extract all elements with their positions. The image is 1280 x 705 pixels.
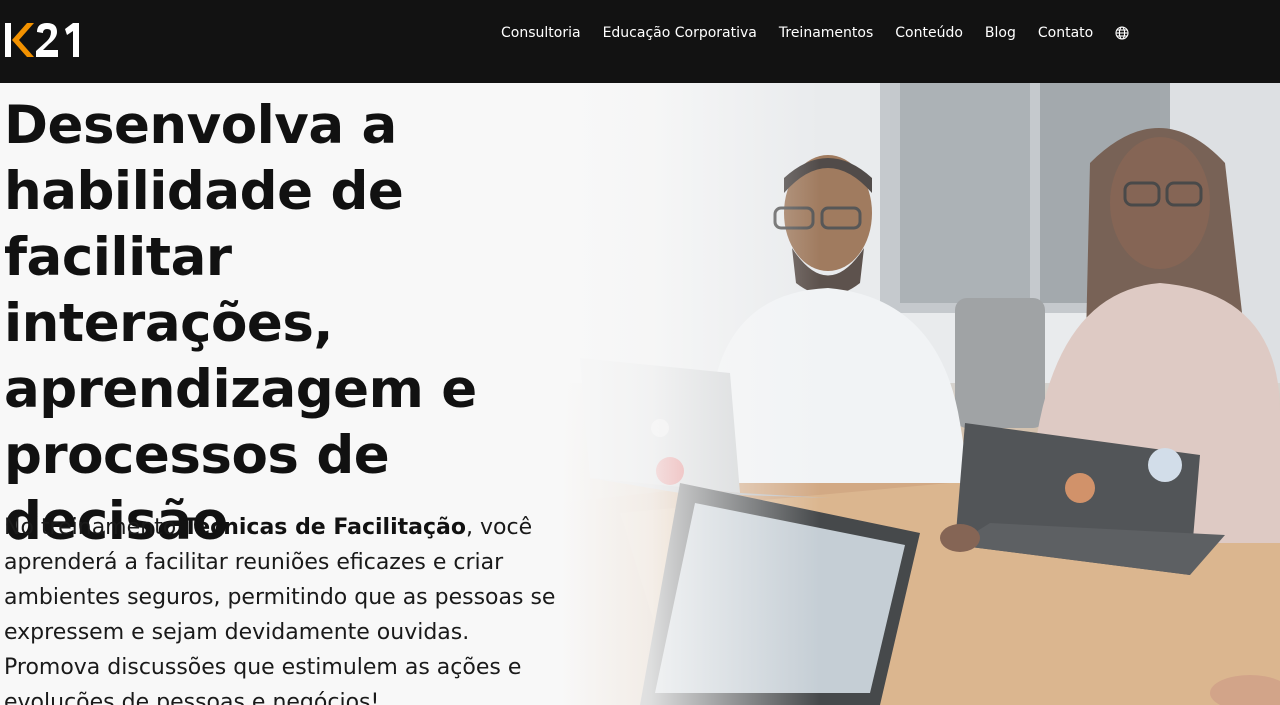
k21-logo[interactable] [3,20,93,60]
nav-conteudo[interactable]: Conteúdo [884,25,974,41]
main-nav: Consultoria Educação Corporativa Treinam… [490,0,1140,66]
hero-section: Desenvolva a habilidade de facilitar int… [0,83,1280,705]
k21-logo-mark [5,23,79,57]
nav-contato[interactable]: Contato [1027,25,1104,41]
nav-educacao-corporativa[interactable]: Educação Corporativa [592,25,768,41]
hero-description-rest: , você aprenderá a facilitar reuniões ef… [4,515,556,705]
nav-blog[interactable]: Blog [974,25,1027,41]
nav-consultoria[interactable]: Consultoria [490,25,592,41]
top-navigation-bar: Consultoria Educação Corporativa Treinam… [0,0,1280,83]
hero-headline: Desenvolva a habilidade de facilitar int… [4,95,477,552]
hero-description-lead: No treinamento [4,515,184,540]
hero-description: No treinamento Técnicas de Facilitação, … [4,510,564,705]
photo-fade-gradient [560,83,820,705]
course-name: Técnicas de Facilitação [183,515,467,540]
globe-icon[interactable] [1104,26,1140,40]
nav-treinamentos[interactable]: Treinamentos [768,25,884,41]
